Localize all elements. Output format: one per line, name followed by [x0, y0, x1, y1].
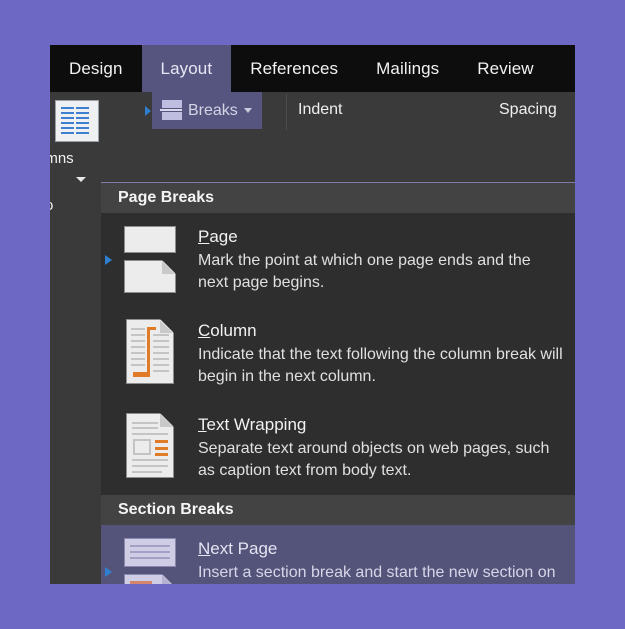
menu-item-column-text: Column Indicate that the text following … [198, 318, 565, 388]
breaks-button[interactable]: Breaks [152, 92, 262, 129]
selection-pointer-icon [105, 567, 112, 577]
menu-item-page-description: Mark the point at which one page ends an… [198, 252, 531, 292]
tab-design-label: Design [69, 58, 123, 78]
text-wrapping-break-icon [118, 412, 182, 484]
tab-references-label: References [250, 58, 339, 78]
tab-mailings[interactable]: Mailings [357, 45, 458, 92]
ribbon-group-page-setup: umns o [50, 92, 101, 235]
menu-item-column[interactable]: Column Indicate that the text following … [101, 307, 575, 401]
chevron-down-icon[interactable] [76, 177, 86, 182]
menu-item-column-description: Indicate that the text following the col… [198, 346, 563, 386]
section-header-section-breaks: Section Breaks [101, 495, 575, 525]
hover-pointer-icon [105, 255, 112, 265]
tab-review[interactable]: Review [458, 45, 552, 92]
spacing-label: Spacing [499, 101, 557, 118]
menu-item-text-wrapping-description: Separate text around objects on web page… [198, 440, 550, 480]
ribbon-tab-strip: Design Layout References Mailings Review [50, 45, 575, 92]
section-header-page-breaks: Page Breaks [101, 183, 575, 213]
menu-item-page-title: Page [198, 227, 238, 246]
word-app-window: Design Layout References Mailings Review [50, 45, 575, 584]
breaks-button-label: Breaks [188, 101, 238, 119]
tab-layout[interactable]: Layout [141, 45, 232, 92]
menu-item-text-wrapping[interactable]: Text Wrapping Separate text around objec… [101, 401, 575, 495]
page-break-icon [160, 100, 182, 121]
ribbon-body: umns o Breaks Indent Spa [50, 92, 575, 584]
columns-button[interactable] [55, 100, 101, 144]
menu-item-page-text: Page Mark the point at which one page en… [198, 224, 565, 294]
tab-references[interactable]: References [231, 45, 357, 92]
column-break-icon [118, 318, 182, 390]
next-page-break-icon [118, 536, 182, 584]
indent-label: Indent [298, 101, 343, 118]
screenshot-root: Design Layout References Mailings Review [0, 0, 625, 629]
tab-layout-label: Layout [160, 58, 213, 78]
columns-label: umns [50, 150, 74, 167]
tab-mailings-label: Mailings [376, 58, 440, 78]
ribbon-separator [286, 94, 287, 130]
menu-item-page[interactable]: Page Mark the point at which one page en… [101, 213, 575, 307]
menu-item-next-page-title: Next Page [198, 539, 278, 558]
ribbon-controls-row: Breaks Indent Spacing [101, 92, 575, 135]
tab-review-label: Review [477, 58, 534, 78]
menu-item-column-title: Column [198, 321, 257, 340]
menu-item-next-page-description: Insert a section break and start the new… [198, 564, 556, 582]
menu-item-text-wrapping-title: Text Wrapping [198, 415, 307, 434]
menu-item-next-page-text: Next Page Insert a section break and sta… [198, 536, 565, 584]
ribbon-group-extra-label: o [50, 197, 53, 214]
page-break-icon [118, 224, 182, 296]
breaks-dropdown-menu: Page Breaks Page Mark the point at which… [101, 182, 575, 584]
tab-design[interactable]: Design [50, 45, 142, 92]
columns-icon-bars [61, 107, 74, 137]
menu-item-next-page[interactable]: Next Page Insert a section break and sta… [101, 525, 575, 584]
menu-item-text-wrapping-text: Text Wrapping Separate text around objec… [198, 412, 565, 482]
columns-icon [55, 100, 99, 142]
chevron-down-icon [243, 108, 252, 113]
breaks-pointer-icon [145, 106, 151, 116]
columns-icon-bars-right [76, 107, 89, 137]
